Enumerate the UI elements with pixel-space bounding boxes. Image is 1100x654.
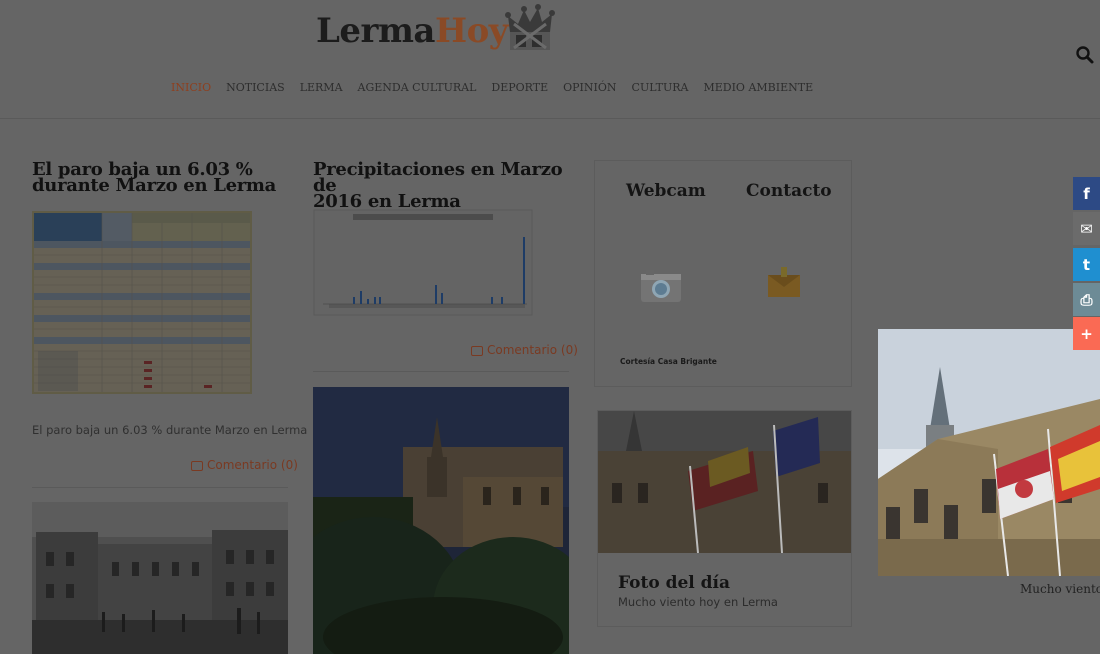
article-paro: El paro baja un 6.03 % durante Marzo en …	[32, 161, 288, 196]
article-title[interactable]: Precipitaciones en Marzo de 2016 en Lerm…	[313, 161, 569, 211]
more-icon: +	[1080, 324, 1093, 343]
nav-item-inicio[interactable]: INICIO	[171, 81, 211, 94]
comment-bubble-icon	[191, 460, 203, 471]
comment-link[interactable]: Comentario (0)	[191, 458, 298, 472]
email-share-button[interactable]: ✉	[1073, 212, 1100, 245]
crown-icon	[505, 4, 556, 50]
article-precipitaciones: Precipitaciones en Marzo de 2016 en Lerm…	[313, 161, 569, 211]
precipitation-chart-thumbnail[interactable]	[313, 209, 533, 316]
article-divider	[32, 487, 288, 488]
article-title-line[interactable]: durante Marzo en Lerma	[32, 175, 276, 196]
facebook-icon: f	[1083, 184, 1090, 203]
nav-item-medio-ambiente[interactable]: MEDIO AMBIENTE	[703, 81, 813, 94]
search-icon[interactable]	[1074, 44, 1096, 66]
nav-item-opinion[interactable]: OPINIÓN	[563, 81, 616, 94]
print-share-button[interactable]: ⎙	[1073, 283, 1100, 316]
foto-del-dia-image	[598, 411, 851, 553]
article-title[interactable]: El paro baja un 6.03 % durante Marzo en …	[32, 161, 288, 196]
historic-photo-thumbnail[interactable]	[32, 502, 288, 654]
webcam-contact-widget: Webcam Contacto Cortesía Casa Brigante	[594, 160, 852, 387]
tab-contacto[interactable]: Contacto	[746, 181, 832, 201]
foto-del-dia-title[interactable]: Foto del día	[618, 573, 730, 593]
historic-palace-image	[32, 502, 288, 654]
envelope-icon[interactable]	[767, 265, 801, 299]
article-excerpt: El paro baja un 6.03 % durante Marzo en …	[32, 423, 308, 437]
comment-link[interactable]: Comentario (0)	[471, 343, 578, 357]
tab-webcam[interactable]: Webcam	[626, 181, 706, 201]
twitter-icon: t	[1082, 255, 1091, 274]
nav-item-agenda-cultural[interactable]: AGENDA CULTURAL	[358, 81, 477, 94]
camera-icon[interactable]	[640, 269, 682, 303]
facebook-share-button[interactable]: f	[1073, 177, 1100, 210]
lightbox-caption: Mucho viento	[1020, 582, 1100, 596]
foto-del-dia-caption: Mucho viento hoy en Lerma	[618, 595, 778, 609]
nav-item-noticias[interactable]: NOTICIAS	[226, 81, 285, 94]
lightbox-photo	[878, 329, 1100, 576]
nav-item-deporte[interactable]: DEPORTE	[491, 81, 548, 94]
header-divider	[0, 118, 1100, 119]
site-logo[interactable]: Lerma Hoy	[316, 4, 558, 56]
logo-text-hoy: Hoy	[434, 11, 509, 51]
webcam-credit: Cortesía Casa Brigante	[620, 357, 717, 366]
collegiate-church-image	[313, 387, 569, 654]
comment-link-label[interactable]: Comentario (0)	[487, 343, 578, 357]
more-share-button[interactable]: +	[1073, 317, 1100, 350]
email-icon: ✉	[1080, 219, 1093, 238]
paro-table-thumbnail[interactable]	[32, 211, 252, 394]
precipitation-chart-image	[313, 209, 533, 316]
main-nav: INICIO NOTICIAS LERMA AGENDA CULTURAL DE…	[171, 81, 828, 94]
article-divider	[313, 371, 569, 372]
comment-link-label[interactable]: Comentario (0)	[207, 458, 298, 472]
twitter-share-button[interactable]: t	[1073, 248, 1100, 281]
comment-bubble-icon	[471, 345, 483, 356]
nav-item-lerma[interactable]: LERMA	[300, 81, 343, 94]
foto-del-dia-card[interactable]: Foto del día Mucho viento hoy en Lerma	[597, 410, 852, 627]
nav-item-cultura[interactable]: CULTURA	[632, 81, 689, 94]
print-icon: ⎙	[1080, 290, 1093, 309]
logo-text-lerma: Lerma	[316, 11, 435, 51]
paro-table-image	[32, 211, 252, 394]
collegiate-church-thumbnail[interactable]	[313, 387, 569, 654]
lightbox-image[interactable]	[878, 329, 1100, 576]
